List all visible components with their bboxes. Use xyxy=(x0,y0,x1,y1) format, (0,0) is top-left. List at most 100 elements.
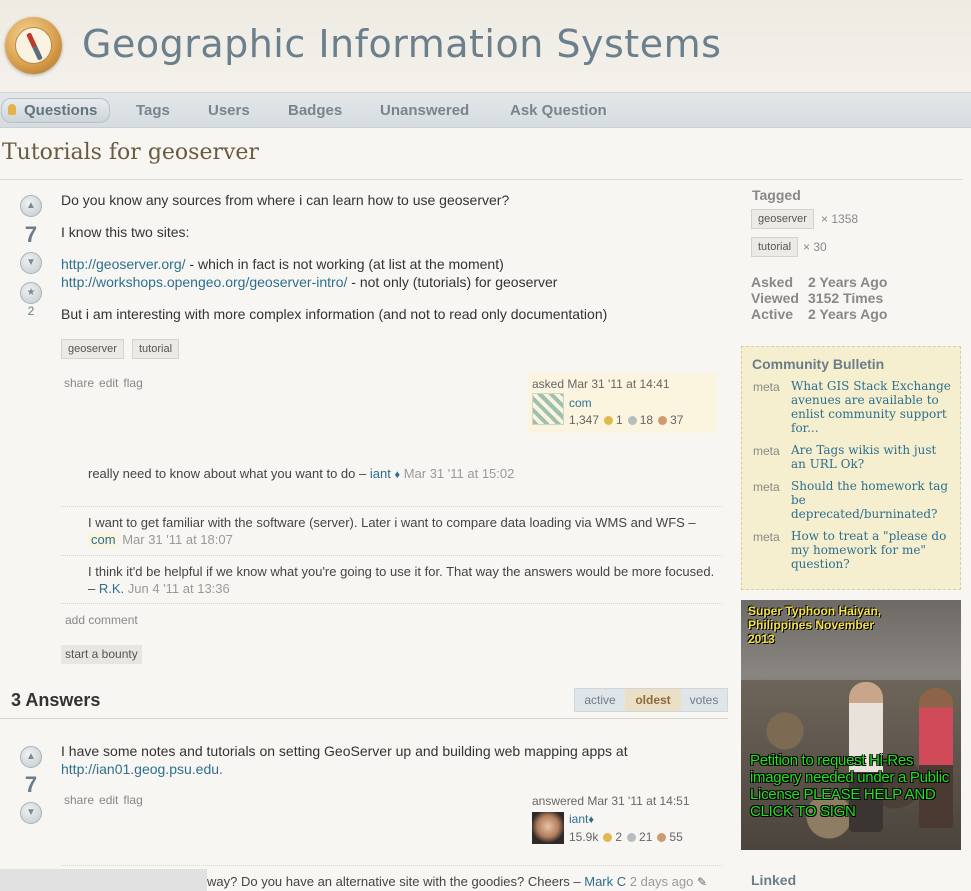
sidebar-tag-tutorial[interactable]: tutorial xyxy=(751,237,799,257)
owner-username[interactable]: com xyxy=(569,396,592,410)
question-paragraph: Do you know any sources from where i can… xyxy=(61,192,510,208)
answer-text: I have some notes and tutorials on setti… xyxy=(61,742,661,778)
edit-pencil-icon[interactable]: ✎ xyxy=(697,875,707,889)
stat-label: Active xyxy=(751,306,794,322)
comment-username[interactable]: com xyxy=(88,532,119,547)
question-paragraph: I know this two sites: xyxy=(61,224,190,240)
opengeo-workshop-link[interactable]: http://workshops.opengeo.org/geoserver-i… xyxy=(61,274,347,290)
answer-post-menu: share edit flag xyxy=(64,793,148,807)
site-header: Geographic Information Systems xyxy=(0,0,971,92)
nav-badges[interactable]: Badges xyxy=(288,100,342,122)
gold-count: 2 xyxy=(615,830,623,844)
bulletin-item-link[interactable]: Should the homework tag be deprecated/bu… xyxy=(791,479,953,521)
downvote-icon[interactable]: ▼ xyxy=(20,802,42,824)
answerer-name: iant xyxy=(569,812,589,826)
nav-tags[interactable]: Tags xyxy=(136,100,170,122)
compass-needle xyxy=(26,32,43,61)
asked-timestamp: Mar 31 '11 at 14:41 xyxy=(567,377,670,391)
comment: I want to get familiar with the software… xyxy=(88,514,720,548)
share-link[interactable]: share xyxy=(64,376,94,390)
nav-questions-label: Questions xyxy=(24,102,98,119)
silver-count: 18 xyxy=(639,413,654,427)
flag-link[interactable]: flag xyxy=(123,793,142,807)
nav-ask-question[interactable]: Ask Question xyxy=(510,100,607,122)
link-description: - not only (tutorials) for geoserver xyxy=(347,274,558,290)
silver-badge-icon xyxy=(627,416,637,425)
ian01-link[interactable]: http://ian01.geog.psu.edu. xyxy=(61,761,223,777)
geoserver-link[interactable]: http://geoserver.org/ xyxy=(61,256,186,272)
comment-username[interactable]: Mark C xyxy=(584,874,626,889)
answered-time: answered Mar 31 '11 at 14:51 xyxy=(532,794,690,808)
bulletin-title: Community Bulletin xyxy=(752,356,885,372)
ad-headline: Super Typhoon Haiyan, Philippines Novemb… xyxy=(748,604,882,646)
typhoon-ad-banner[interactable]: Super Typhoon Haiyan, Philippines Novemb… xyxy=(741,600,961,850)
upvote-icon[interactable]: ▲ xyxy=(20,195,42,217)
comment-time: 2 days ago xyxy=(629,874,694,889)
compass-face xyxy=(15,27,52,64)
comment-user[interactable]: iant ♦ xyxy=(370,466,400,481)
ad-call-to-action: Petition to request Hi-Res imagery neede… xyxy=(750,752,949,820)
comment-time: Jun 4 '11 at 13:36 xyxy=(127,581,230,596)
answered-label: answered xyxy=(532,794,585,808)
question-paragraph: But i am interesting with more complex i… xyxy=(61,306,608,322)
bulletin-item-link[interactable]: What GIS Stack Exchange avenues are avai… xyxy=(791,379,953,435)
sidebar-tag-geoserver[interactable]: geoserver xyxy=(751,209,814,229)
tab-votes[interactable]: votes xyxy=(681,689,727,711)
tag-geoserver[interactable]: geoserver xyxy=(61,339,124,359)
comment-divider xyxy=(61,865,722,866)
tag-count: × 1358 xyxy=(821,212,859,226)
comment: way? Do you have an alternative site wit… xyxy=(207,873,727,891)
community-bulletin: Community Bulletin meta What GIS Stack E… xyxy=(741,346,961,590)
stat-label: Viewed xyxy=(751,290,799,306)
gold-count: 1 xyxy=(616,413,623,427)
tab-active[interactable]: active xyxy=(575,689,625,711)
downvote-icon[interactable]: ▼ xyxy=(20,252,42,274)
stat-value: 3152 Times xyxy=(808,290,884,306)
asked-time: asked Mar 31 '11 at 14:41 xyxy=(532,377,670,391)
answers-count-heading: 3 Answers xyxy=(11,690,101,710)
nav-unanswered[interactable]: Unanswered xyxy=(380,100,469,122)
comment-time: Mar 31 '11 at 18:07 xyxy=(122,532,233,547)
question-link-line: http://workshops.opengeo.org/geoserver-i… xyxy=(61,273,557,291)
question-title[interactable]: Tutorials for geoserver xyxy=(2,140,259,165)
upvote-icon[interactable]: ▲ xyxy=(20,746,42,768)
favorite-star-icon[interactable]: ★ xyxy=(20,282,42,304)
answer-sort-tabs: active oldest votes xyxy=(574,688,728,712)
comment-divider xyxy=(61,603,722,604)
comment: really need to know about what you want … xyxy=(88,465,720,484)
bulletin-item-link[interactable]: How to treat a "please do my homework fo… xyxy=(791,529,953,571)
share-link[interactable]: share xyxy=(64,793,94,807)
comment-time: Mar 31 '11 at 15:02 xyxy=(403,466,515,481)
compass-logo-icon[interactable] xyxy=(5,17,62,74)
edit-link[interactable]: edit xyxy=(99,376,118,390)
flag-link[interactable]: flag xyxy=(123,376,142,390)
identicon-avatar[interactable] xyxy=(532,393,564,425)
rep-score: 15.9k xyxy=(569,830,599,844)
comment-divider xyxy=(61,555,722,556)
comment-username[interactable]: R.K. xyxy=(99,581,124,596)
nav-questions[interactable]: Questions xyxy=(1,98,111,123)
bulletin-item-link[interactable]: Are Tags wikis with just an URL Ok? xyxy=(791,443,953,471)
comment-text: I want to get familiar with the software… xyxy=(88,515,696,530)
bulletin-meta-label: meta xyxy=(753,480,780,494)
linked-heading: Linked xyxy=(751,872,797,888)
tagged-heading: Tagged xyxy=(752,187,801,203)
answerer-username[interactable]: iant♦ xyxy=(569,812,594,826)
edit-link[interactable]: edit xyxy=(99,793,118,807)
tab-oldest[interactable]: oldest xyxy=(625,689,681,711)
user-avatar[interactable] xyxy=(532,812,564,844)
overlay-bar xyxy=(0,869,207,891)
bronze-badge-icon xyxy=(657,833,667,842)
tag-tutorial[interactable]: tutorial xyxy=(132,339,180,359)
comment-text: way? Do you have an alternative site wit… xyxy=(207,874,585,889)
site-title[interactable]: Geographic Information Systems xyxy=(82,22,721,66)
favorite-count: 2 xyxy=(27,304,35,318)
add-comment-link[interactable]: add comment xyxy=(65,613,138,627)
title-divider xyxy=(0,179,962,180)
tag-count: × 30 xyxy=(803,240,827,254)
nav-users[interactable]: Users xyxy=(208,100,250,122)
bulletin-meta-label: meta xyxy=(753,444,780,458)
start-bounty-button[interactable]: start a bounty xyxy=(61,645,142,664)
question-link-line: http://geoserver.org/ - which in fact is… xyxy=(61,255,504,273)
stat-value: 2 Years Ago xyxy=(808,274,888,290)
